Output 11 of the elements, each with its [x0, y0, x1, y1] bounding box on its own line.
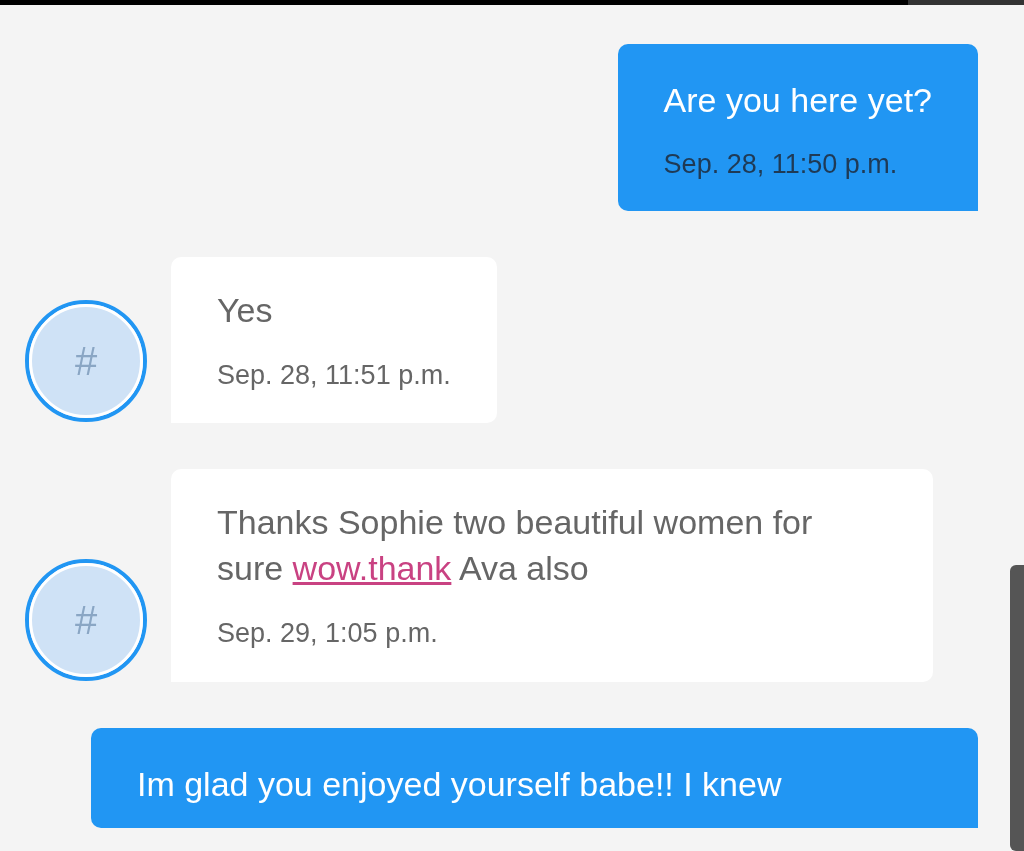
timestamp: Sep. 28, 11:50 p.m.: [663, 148, 899, 181]
message-link[interactable]: wow.thank: [292, 549, 452, 587]
timestamp: Sep. 29, 1:05 p.m.: [217, 617, 439, 650]
avatar[interactable]: #: [25, 558, 147, 681]
message-text: Thanks Sophie two beautiful women for sure wow.thank Ava also: [217, 502, 814, 589]
avatar[interactable]: #: [25, 300, 147, 422]
message-text: Are you here yet?: [663, 80, 932, 121]
message-text: Yes: [217, 289, 273, 331]
timestamp: Sep. 28, 11:51 p.m.: [217, 358, 451, 392]
scrollbar[interactable]: [1010, 565, 1024, 851]
message-text: Im glad you enjoyed yourself babe!! I knew: [137, 763, 783, 805]
